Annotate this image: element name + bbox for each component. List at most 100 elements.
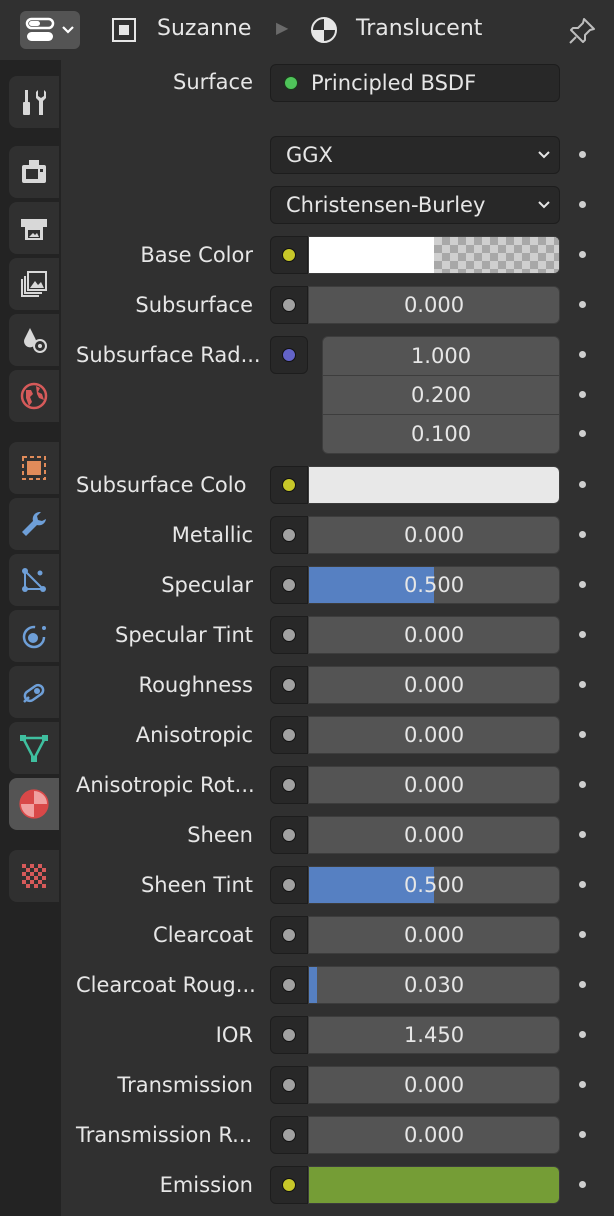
sheen-slider[interactable]: 0.000 — [308, 816, 560, 854]
metallic-row: Metallic 0.000 — [61, 515, 614, 555]
pin-icon[interactable] — [566, 15, 598, 47]
specular-slider[interactable]: 0.500 — [308, 566, 560, 604]
emission-socket[interactable] — [270, 1166, 308, 1204]
subsurface-radius-y-field[interactable]: 0.200 — [322, 375, 560, 415]
roughness-slider[interactable]: 0.000 — [308, 666, 560, 704]
tool-tab[interactable] — [9, 76, 59, 128]
transmission-socket[interactable] — [270, 1066, 308, 1104]
subsurface-radius-z-field[interactable]: 0.100 — [322, 414, 560, 454]
keyframe-dot[interactable] — [579, 251, 586, 258]
specular-label: Specular — [161, 573, 253, 597]
clearcoat-roughness-row: Clearcoat Roug... 0.030 — [61, 965, 614, 1005]
keyframe-dot[interactable] — [579, 391, 586, 398]
color-socket-icon — [282, 478, 296, 492]
keyframe-dot[interactable] — [579, 831, 586, 838]
particles-tab[interactable] — [9, 554, 59, 606]
keyframe-dot[interactable] — [579, 351, 586, 358]
sheen-tint-slider[interactable]: 0.500 — [308, 866, 560, 904]
keyframe-dot[interactable] — [579, 981, 586, 988]
keyframe-dot[interactable] — [579, 201, 586, 208]
value-socket-icon — [282, 928, 296, 942]
keyframe-dot[interactable] — [579, 931, 586, 938]
keyframe-dot[interactable] — [579, 631, 586, 638]
physics-tab[interactable] — [9, 610, 59, 662]
subsurface-color-socket[interactable] — [270, 466, 308, 504]
clearcoat-roughness-socket[interactable] — [270, 966, 308, 1004]
clearcoat-socket[interactable] — [270, 916, 308, 954]
scene-tab[interactable] — [9, 314, 59, 366]
keyframe-dot[interactable] — [579, 151, 586, 158]
anisotropic-rotation-socket[interactable] — [270, 766, 308, 804]
texture-tab[interactable] — [9, 850, 59, 902]
surface-shader-button[interactable]: Principled BSDF — [270, 64, 560, 102]
editor-type-button[interactable] — [20, 11, 80, 49]
subsurface-method-value: Christensen-Burley — [286, 193, 486, 217]
roughness-value: 0.000 — [403, 673, 465, 697]
color-socket-icon — [282, 1178, 296, 1192]
sheen-tint-socket[interactable] — [270, 866, 308, 904]
clearcoat-slider[interactable]: 0.000 — [308, 916, 560, 954]
render-tab[interactable] — [9, 146, 59, 198]
clearcoat-value: 0.000 — [403, 923, 465, 947]
ior-socket[interactable] — [270, 1016, 308, 1054]
keyframe-dot[interactable] — [579, 781, 586, 788]
object-name: Suzanne — [157, 16, 252, 41]
base-color-swatch[interactable] — [308, 236, 560, 274]
keyframe-dot[interactable] — [579, 301, 586, 308]
keyframe-dot[interactable] — [579, 1081, 586, 1088]
metallic-slider[interactable]: 0.000 — [308, 516, 560, 554]
transmission-roughness-slider[interactable]: 0.000 — [308, 1116, 560, 1154]
transmission-roughness-socket[interactable] — [270, 1116, 308, 1154]
keyframe-dot[interactable] — [579, 1131, 586, 1138]
base-color-row: Base Color — [61, 235, 614, 275]
sheen-tint-row: Sheen Tint 0.500 — [61, 865, 614, 905]
metallic-socket[interactable] — [270, 516, 308, 554]
subsurface-socket[interactable] — [270, 286, 308, 324]
distribution-row: GGX — [61, 135, 614, 175]
keyframe-dot[interactable] — [579, 731, 586, 738]
specular-tint-slider[interactable]: 0.000 — [308, 616, 560, 654]
subsurface-radius-x-field[interactable]: 1.000 — [322, 336, 560, 376]
transmission-row: Transmission 0.000 — [61, 1065, 614, 1105]
roughness-row: Roughness 0.000 — [61, 665, 614, 705]
texture-icon — [22, 864, 46, 888]
roughness-socket[interactable] — [270, 666, 308, 704]
anisotropic-socket[interactable] — [270, 716, 308, 754]
material-name: Translucent — [356, 16, 483, 41]
base-color-socket[interactable] — [270, 236, 308, 274]
world-tab[interactable] — [9, 370, 59, 422]
distribution-dropdown[interactable]: GGX — [270, 136, 560, 174]
keyframe-dot[interactable] — [579, 481, 586, 488]
specular-tint-socket[interactable] — [270, 616, 308, 654]
keyframe-dot[interactable] — [579, 581, 586, 588]
subsurface-radius-socket[interactable] — [270, 336, 308, 374]
keyframe-dot[interactable] — [579, 1031, 586, 1038]
output-tab[interactable] — [9, 202, 59, 254]
emission-label: Emission — [159, 1173, 253, 1197]
sheen-socket[interactable] — [270, 816, 308, 854]
subsurface-method-row: Christensen-Burley — [61, 185, 614, 225]
data-tab[interactable] — [9, 722, 59, 774]
specular-socket[interactable] — [270, 566, 308, 604]
anisotropic-rotation-value: 0.000 — [403, 773, 465, 797]
vector-socket-icon — [282, 348, 296, 362]
ior-slider[interactable]: 1.450 — [308, 1016, 560, 1054]
keyframe-dot[interactable] — [579, 430, 586, 437]
view-layer-tab[interactable] — [9, 258, 59, 310]
keyframe-dot[interactable] — [579, 681, 586, 688]
subsurface-color-swatch[interactable] — [308, 466, 560, 504]
keyframe-dot[interactable] — [579, 1181, 586, 1188]
constraints-tab[interactable] — [9, 666, 59, 718]
object-tab[interactable] — [9, 442, 59, 494]
subsurface-method-dropdown[interactable]: Christensen-Burley — [270, 186, 560, 224]
emission-color-swatch[interactable] — [308, 1166, 560, 1204]
keyframe-dot[interactable] — [579, 881, 586, 888]
material-tab[interactable] — [9, 778, 59, 830]
subsurface-slider[interactable]: 0.000 — [308, 286, 560, 324]
modifier-tab[interactable] — [9, 498, 59, 550]
clearcoat-roughness-slider[interactable]: 0.030 — [308, 966, 560, 1004]
anisotropic-rotation-slider[interactable]: 0.000 — [308, 766, 560, 804]
anisotropic-slider[interactable]: 0.000 — [308, 716, 560, 754]
transmission-slider[interactable]: 0.000 — [308, 1066, 560, 1104]
keyframe-dot[interactable] — [579, 531, 586, 538]
